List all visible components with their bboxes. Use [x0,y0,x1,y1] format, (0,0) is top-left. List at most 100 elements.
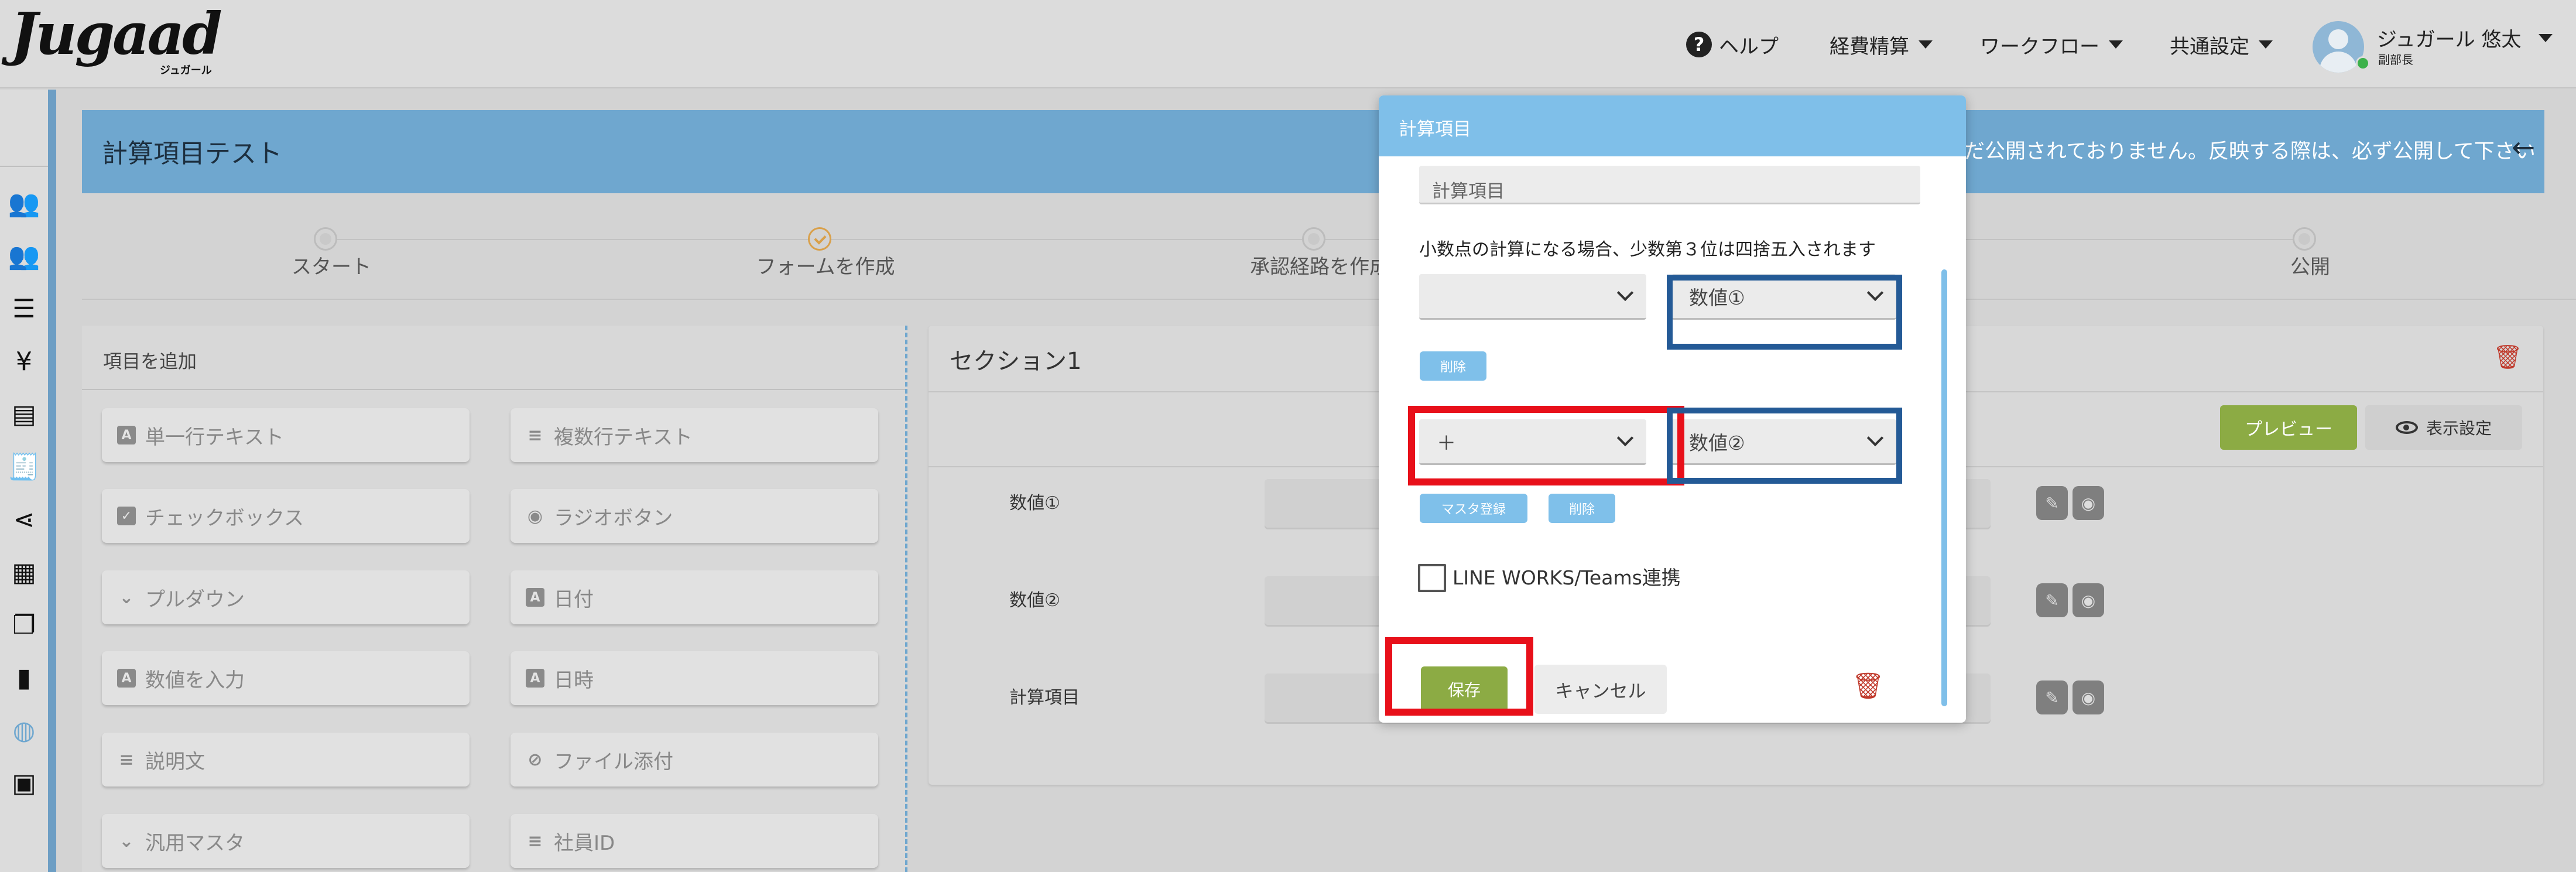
field-file-attach[interactable]: ⊘ ファイル添付 [511,733,878,786]
row-actions: ✎ ◉ [2036,486,2104,520]
field-checkbox[interactable]: ✓ チェックボックス [102,489,470,543]
chevron-down-icon [2259,40,2273,49]
row-actions: ✎ ◉ [2036,680,2104,714]
logo[interactable]: Jugaad ジュガール [11,6,222,77]
operand-select-2[interactable]: 数値② [1671,419,1896,465]
documents-icon[interactable]: ❐ [8,609,40,641]
step-start-dot [314,227,337,251]
modal-header: 計算項目 [1379,95,1966,156]
chevron-down-icon: ⌄ [119,587,134,608]
paperclip-icon: ⊘ [527,749,543,770]
nav-common-settings-label: 共通設定 [2170,35,2249,59]
eye-icon[interactable]: ◉ [2073,486,2104,520]
item-name-input[interactable]: 計算項目 [1419,166,1920,204]
line-works-teams-label: LINE WORKS/Teams連携 [1453,566,1681,589]
operator-select-1[interactable] [1419,274,1646,320]
text-a-icon: A [526,669,544,688]
step-form-dot [808,227,831,251]
step-form-label[interactable]: フォームを作成 [756,251,895,279]
chevron-down-icon [1616,284,1634,302]
form-icon[interactable]: ▤ [8,398,40,430]
field-multi-line-text[interactable]: ≡ 複数行テキスト [511,408,878,462]
edit-icon[interactable]: ✎ [2036,486,2068,520]
chevron-down-icon: ⌄ [119,830,134,852]
operand-select-1[interactable]: 数値① [1671,274,1896,320]
file-icon[interactable]: ▮ [8,662,40,693]
text-a-icon: A [117,669,136,688]
master-register-button[interactable]: マスタ登録 [1420,494,1527,523]
line-works-teams-checkbox[interactable] [1418,564,1446,592]
paragraph-icon: ≡ [527,425,543,446]
table-icon[interactable]: ▦ [8,556,40,588]
paragraph-icon: ≡ [119,749,134,770]
row-label: 数値① [1009,493,1060,514]
add-field-header-label: 項目を追加 [103,350,197,372]
share-icon[interactable]: ⋖ [8,504,40,535]
users-icon[interactable]: 👥 [8,187,40,219]
logo-subtext: ジュガール [160,64,212,77]
edit-icon[interactable]: ✎ [2036,680,2068,714]
field-date[interactable]: A 日付 [511,570,878,624]
chevron-down-icon [1866,429,1884,447]
delete-row-2-button[interactable]: 削除 [1549,494,1615,523]
nav-workflow[interactable]: ワークフロー [1980,27,2123,62]
step-start-label[interactable]: スタート [292,251,371,279]
page-title: 計算項目テスト [102,139,282,169]
modal-scrollbar[interactable] [1941,269,1947,706]
field-employee-id[interactable]: ≡ 社員ID [511,814,878,868]
operator-select-2[interactable]: ＋ [1419,419,1646,465]
chevron-down-icon [1616,429,1634,447]
list-icon[interactable]: ☰ [8,293,40,324]
chevron-down-icon [2109,40,2123,49]
nav-help-label: ヘルプ [1719,35,1779,59]
step-route-dot [1302,227,1325,251]
eye-icon [2395,421,2418,434]
receipt-icon[interactable]: 🧾 [8,451,40,483]
row-label: 数値② [1009,590,1060,611]
rail-accent-bar [48,90,56,872]
back-arrow-icon[interactable]: ← [2512,131,2535,164]
modal-trash-icon[interactable]: 🗑 [1852,671,1885,701]
section-trash-icon[interactable]: 🗑 [2493,343,2523,371]
unpublished-notice: だ公開されておりません。反映する際は、必ず公開して下さい [1964,140,2536,163]
paragraph-icon: ≡ [527,830,543,852]
display-settings-button[interactable]: 表示設定 [2365,405,2522,450]
add-field-header: 項目を追加 [82,326,905,390]
nav-expense[interactable]: 経費精算 [1830,27,1933,62]
field-radio[interactable]: ◉ ラジオボタン [511,489,878,543]
field-single-line-text[interactable]: A 単一行テキスト [102,408,470,462]
users-alt-icon[interactable]: 👥 [8,240,40,272]
delete-row-1-button[interactable]: 削除 [1420,351,1486,381]
modal-title: 計算項目 [1399,119,1471,140]
field-pulldown[interactable]: ⌄ プルダウン [102,570,470,624]
radio-icon: ◉ [527,505,543,526]
step-publish-dot [2293,227,2316,251]
row-label: 計算項目 [1009,688,1080,708]
field-datetime[interactable]: A 日時 [511,651,878,705]
chevron-down-icon [1919,40,1933,49]
edit-icon[interactable]: ✎ [2036,583,2068,617]
field-number[interactable]: A 数値を入力 [102,651,470,705]
nav-help[interactable]: ? ヘルプ [1686,27,1779,62]
field-description[interactable]: ≡ 説明文 [102,733,470,786]
eye-icon[interactable]: ◉ [2073,680,2104,714]
eye-icon[interactable]: ◉ [2073,583,2104,617]
field-general-master[interactable]: ⌄ 汎用マスタ [102,814,470,868]
step-publish-label[interactable]: 公開 [2290,251,2330,279]
user-name[interactable]: ジュガール 悠太 [2377,23,2521,52]
yen-icon[interactable]: ¥ [8,346,40,377]
calculation-item-modal: 計算項目 計算項目 小数点の計算になる場合、少数第３位は四捨五入されます 数値①… [1379,95,1966,723]
preview-button[interactable]: プレビュー [2220,405,2357,450]
top-navbar: Jugaad ジュガール ? ヘルプ 経費精算 ワークフロー 共通設定 ジュガー… [0,0,2576,88]
text-a-icon: A [526,588,544,607]
cancel-button[interactable]: キャンセル [1534,665,1667,714]
user-role: 副部長 [2378,53,2413,67]
nav-common-settings[interactable]: 共通設定 [2170,27,2273,62]
section-title: セクション1 [950,348,1082,375]
save-button[interactable]: 保存 [1421,666,1508,712]
wallet-icon[interactable]: ▣ [8,767,40,799]
help-icon: ? [1686,32,1712,57]
step-route-label[interactable]: 承認経路を作成 [1250,251,1389,279]
user-menu-chevron-icon[interactable] [2539,34,2553,42]
team-icon[interactable]: ◍ [8,714,40,746]
